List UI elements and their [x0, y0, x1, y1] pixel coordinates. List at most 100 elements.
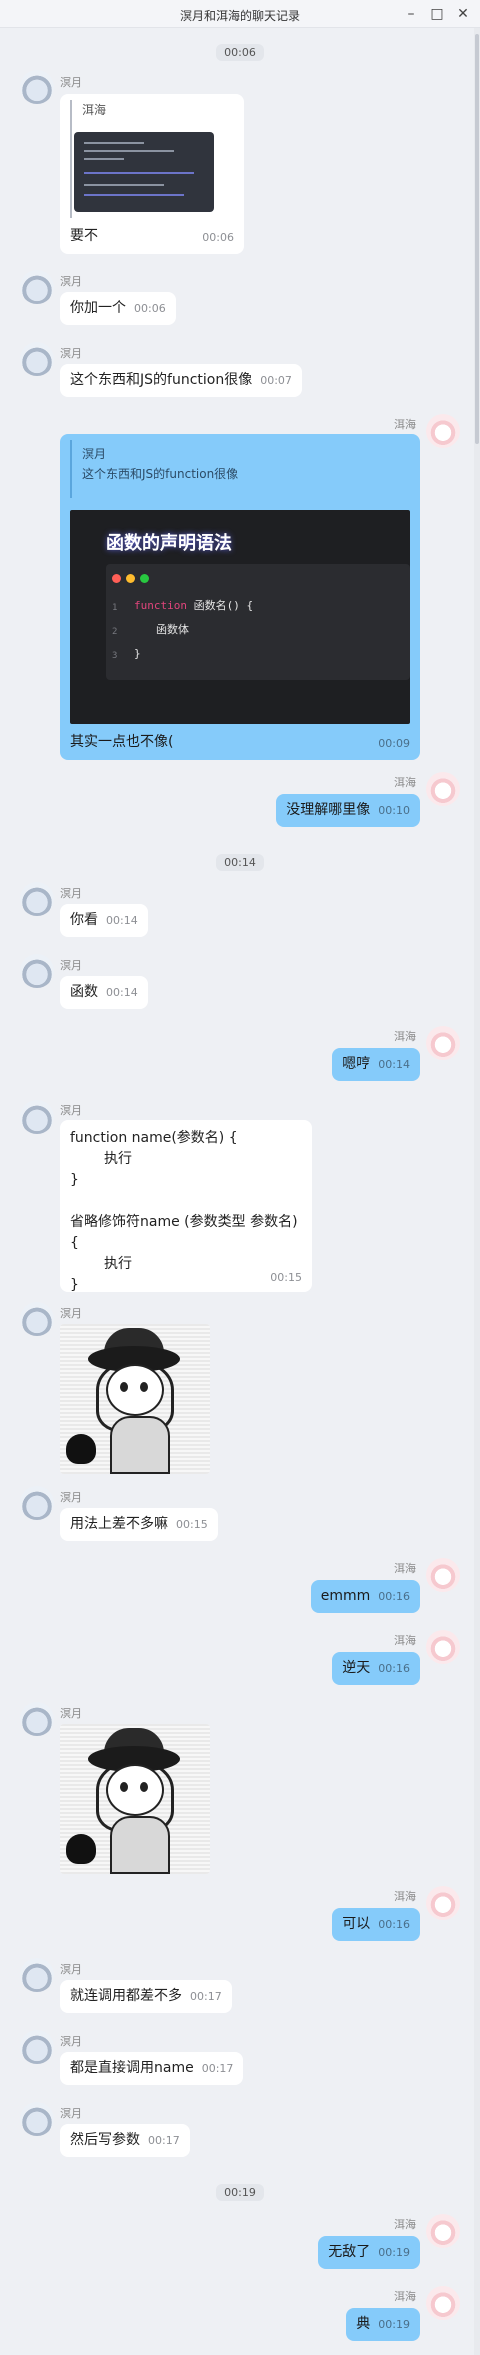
- message-time: 00:15: [270, 1271, 302, 1284]
- title-bar: 溟月和洱海的聊天记录 – □ ✕: [0, 0, 480, 28]
- message-text: 你加一个: [70, 300, 126, 316]
- close-icon[interactable]: ✕: [452, 4, 474, 24]
- message-text: 就连调用都差不多: [70, 1988, 182, 2004]
- message-bubble[interactable]: 然后写参数 00:17: [60, 2124, 190, 2157]
- sender-name: 溟月: [60, 347, 82, 360]
- avatar[interactable]: [20, 2030, 54, 2064]
- avatar[interactable]: [426, 414, 460, 448]
- message-text: function name(参数名) { 执行 } 省略修饰符name (参数类…: [70, 1130, 298, 1293]
- message-time: 00:17: [201, 2062, 234, 2075]
- message-bubble[interactable]: 没理解哪里像 00:10: [276, 794, 420, 827]
- message-bubble[interactable]: 逆天 00:16: [332, 1652, 420, 1685]
- message-bubble[interactable]: 这个东西和JS的function很像 00:07: [60, 364, 302, 397]
- manga-image[interactable]: [60, 1724, 210, 1874]
- sender-name: 洱海: [394, 1634, 416, 1647]
- sender-name: 洱海: [394, 2218, 416, 2231]
- avatar[interactable]: [20, 882, 54, 916]
- sender-name: 洱海: [394, 776, 416, 789]
- line-number: 2: [112, 627, 118, 637]
- message-text: 用法上差不多嘛: [70, 1516, 168, 1532]
- message-bubble[interactable]: 无敌了 00:19: [318, 2236, 420, 2269]
- message-bubble[interactable]: 你加一个 00:06: [60, 292, 176, 325]
- maximize-icon[interactable]: □: [426, 4, 448, 24]
- message-time: 00:14: [106, 914, 138, 927]
- message-text: 无敌了: [328, 2244, 371, 2260]
- message-time: 00:10: [378, 804, 410, 817]
- message-text: 然后写参数: [70, 2132, 140, 2148]
- quoted-screenshot[interactable]: [74, 132, 214, 212]
- message-text: 函数: [70, 984, 98, 1000]
- avatar[interactable]: [426, 2214, 460, 2248]
- message-bubble[interactable]: function name(参数名) { 执行 } 省略修饰符name (参数类…: [60, 1120, 312, 1293]
- sender-name: 溟月: [60, 2107, 82, 2120]
- green-dot-icon: [140, 574, 149, 583]
- message-text: 逆天: [342, 1660, 371, 1676]
- sender-name: 溟月: [60, 959, 82, 972]
- message-time: 00:07: [260, 374, 292, 387]
- message-bubble[interactable]: 都是直接调用name 00:17: [60, 2052, 244, 2085]
- message-time: 00:17: [148, 2134, 180, 2147]
- scrollbar-thumb[interactable]: [475, 34, 479, 444]
- code-line: }: [134, 647, 141, 660]
- manga-image[interactable]: [60, 1324, 210, 1474]
- message-bubble[interactable]: 用法上差不多嘛 00:15: [60, 1508, 218, 1541]
- sender-name: 洱海: [394, 1030, 416, 1043]
- avatar[interactable]: [426, 772, 460, 806]
- avatar[interactable]: [20, 342, 54, 376]
- sender-name: 溟月: [60, 1104, 82, 1117]
- avatar[interactable]: [426, 1026, 460, 1060]
- sender-name: 洱海: [394, 1562, 416, 1575]
- avatar[interactable]: [20, 270, 54, 304]
- quote-text: 这个东西和JS的function很像: [82, 467, 239, 481]
- message-text: 你看: [70, 912, 98, 928]
- message-bubble[interactable]: 可以 00:16: [332, 1908, 420, 1941]
- avatar[interactable]: [20, 70, 54, 104]
- message-bubble[interactable]: 函数 00:14: [60, 976, 148, 1009]
- message-text: 这个东西和JS的function很像: [70, 372, 253, 388]
- slide-image[interactable]: 函数的声明语法 1 2 3 function 函数名() { 函数体 }: [70, 510, 410, 724]
- sender-name: 溟月: [60, 1963, 82, 1976]
- avatar[interactable]: [426, 1558, 460, 1592]
- message-text: 要不: [70, 228, 98, 244]
- message-time: 00:16: [378, 1918, 410, 1931]
- avatar[interactable]: [20, 954, 54, 988]
- message-bubble[interactable]: 嗯哼 00:14: [332, 1048, 420, 1081]
- quote-block[interactable]: 溟月 这个东西和JS的function很像: [70, 440, 410, 498]
- sender-name: 溟月: [60, 887, 82, 900]
- message-bubble[interactable]: 就连调用都差不多 00:17: [60, 1980, 232, 2013]
- avatar[interactable]: [20, 2102, 54, 2136]
- message-bubble[interactable]: 你看 00:14: [60, 904, 148, 937]
- minimize-icon[interactable]: –: [400, 4, 422, 24]
- avatar[interactable]: [426, 2286, 460, 2320]
- avatar[interactable]: [20, 1100, 54, 1134]
- code-line: 函数体: [156, 623, 189, 636]
- message-text: 可以: [342, 1916, 371, 1932]
- slide-heading: 函数的声明语法: [106, 533, 232, 554]
- scrollbar[interactable]: [474, 28, 480, 2355]
- message-text: emmm: [320, 1588, 371, 1604]
- code-line: function 函数名() {: [134, 599, 254, 612]
- avatar[interactable]: [20, 1486, 54, 1520]
- message-text: 其实一点也不像(: [70, 734, 174, 750]
- message-bubble[interactable]: 洱海 要不 00:06: [60, 94, 244, 254]
- message-bubble[interactable]: 典 00:19: [346, 2308, 420, 2341]
- avatar[interactable]: [20, 1958, 54, 1992]
- message-text: 都是直接调用name: [70, 2060, 194, 2076]
- message-text: 典: [356, 2316, 371, 2332]
- time-separator: 00:19: [0, 2184, 480, 2201]
- message-time: 00:06: [134, 302, 166, 315]
- message-time: 00:17: [190, 1990, 222, 2003]
- message-bubble[interactable]: 溟月 这个东西和JS的function很像 函数的声明语法 1 2 3 func…: [60, 434, 420, 760]
- sender-name: 洱海: [394, 418, 416, 431]
- message-time: 00:19: [378, 2318, 410, 2331]
- avatar[interactable]: [20, 1702, 54, 1736]
- avatar[interactable]: [426, 1886, 460, 1920]
- message-time: 00:19: [378, 2246, 410, 2259]
- avatar[interactable]: [20, 1302, 54, 1336]
- avatar[interactable]: [426, 1630, 460, 1664]
- message-bubble[interactable]: emmm 00:16: [310, 1580, 420, 1613]
- sender-name: 溟月: [60, 1307, 82, 1320]
- sender-name: 溟月: [60, 1491, 82, 1504]
- time-separator: 00:06: [0, 44, 480, 61]
- message-time: 00:16: [378, 1590, 410, 1603]
